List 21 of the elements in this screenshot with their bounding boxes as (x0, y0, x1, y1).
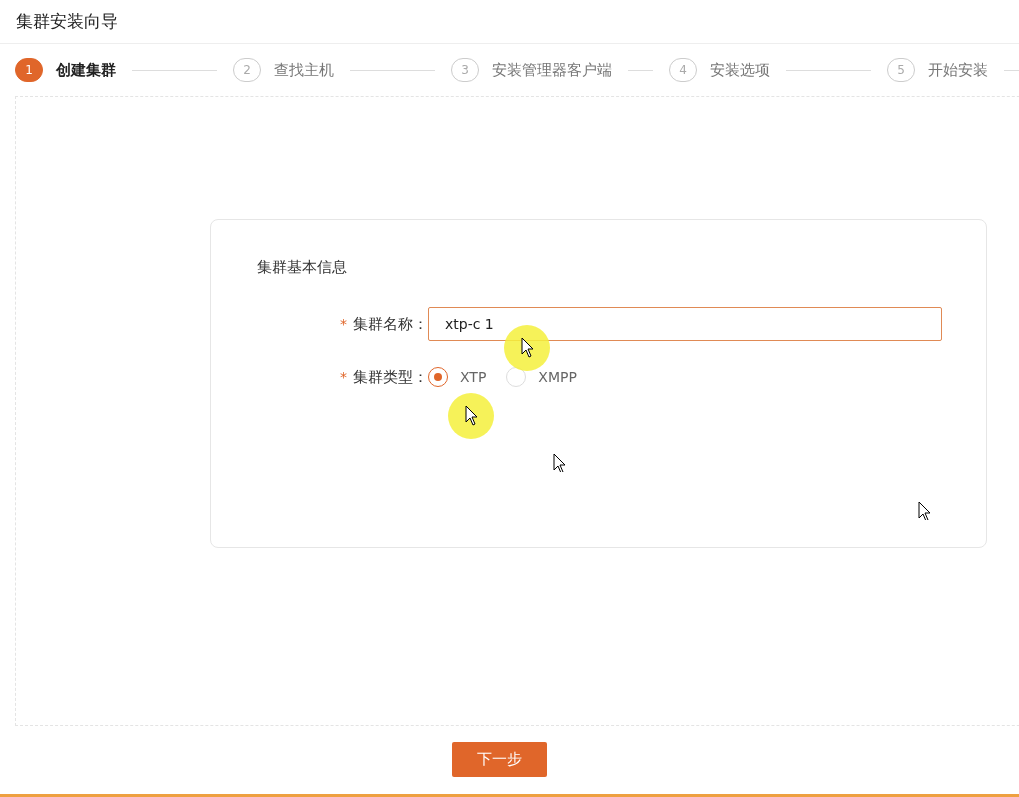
step-label[interactable]: 安装选项 (710, 60, 770, 80)
cursor-highlight-icon (447, 392, 495, 440)
step-number: 4 (669, 58, 697, 82)
field-label: 集群类型： (353, 367, 428, 386)
step-label[interactable]: 安装管理器客户端 (492, 60, 612, 80)
required-mark: * (340, 315, 347, 332)
step-number: 3 (451, 58, 479, 82)
step-label[interactable]: 查找主机 (274, 60, 334, 80)
name-field[interactable]: xtp-c 1 (428, 307, 942, 341)
cursor-highlight-icon (503, 324, 551, 372)
radio-option[interactable]: XTP (428, 367, 487, 387)
field-label: 集群名称： (353, 314, 428, 333)
step-number: 2 (233, 58, 261, 82)
step-number: 5 (887, 58, 915, 82)
step-number: 1 (15, 58, 43, 82)
window-title: 集群安装向导 (16, 10, 118, 33)
required-mark: * (340, 368, 347, 385)
step-label[interactable]: 创建集群 (56, 60, 116, 80)
section-title: 集群基本信息 (257, 258, 348, 277)
next-button[interactable]: 下一步 (452, 742, 547, 777)
step-label[interactable]: 开始安装 (928, 60, 988, 80)
